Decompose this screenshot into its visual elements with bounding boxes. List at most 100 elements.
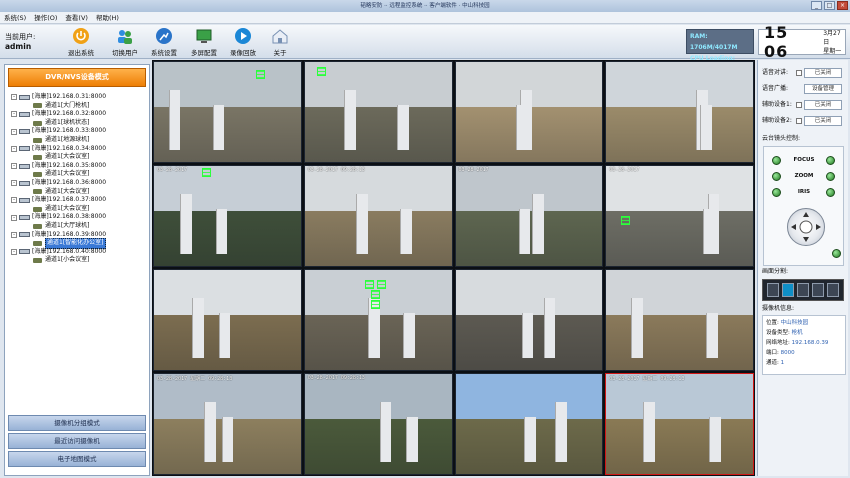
video-cell[interactable]: 03-28-2017 bbox=[454, 165, 604, 267]
ptz-joystick[interactable] bbox=[787, 208, 825, 246]
motion-detect-marker bbox=[202, 168, 211, 177]
split-4-button[interactable] bbox=[781, 283, 794, 297]
collapse-icon[interactable]: - bbox=[11, 180, 17, 187]
focus-minus-button[interactable] bbox=[772, 156, 781, 165]
playback-button[interactable]: 录像回放 bbox=[222, 27, 264, 57]
collapse-icon[interactable]: - bbox=[11, 94, 17, 101]
tree-channel-node[interactable]: 通道1[大厅球机] bbox=[11, 222, 149, 231]
device-tree: - [海康]192.168.0.31:8000 通道1[大门枪机] - [海康]192.… bbox=[5, 90, 149, 265]
collapse-icon[interactable]: - bbox=[11, 248, 17, 255]
dvr-icon bbox=[19, 249, 30, 255]
close-icon[interactable]: × bbox=[837, 1, 848, 10]
iris-minus-button[interactable] bbox=[772, 188, 781, 197]
tree-channel-node[interactable]: 通道1[智能化办公室] bbox=[11, 238, 149, 249]
dvr-icon bbox=[19, 146, 30, 152]
camera-icon bbox=[33, 189, 42, 195]
tree-channel-node[interactable]: 通道1[大会议室] bbox=[11, 153, 149, 162]
camera-icon bbox=[33, 137, 42, 143]
tree-channel-node[interactable]: 通道1[大会议室] bbox=[11, 170, 149, 179]
video-cell[interactable]: 03-28-2017 bbox=[153, 165, 302, 267]
multi-screen-button[interactable]: 多屏配置 bbox=[183, 27, 225, 57]
maximize-icon[interactable]: □ bbox=[824, 1, 835, 10]
split-9-button[interactable] bbox=[796, 283, 809, 297]
video-cell[interactable]: 03-28-2017 星期二 09:28:13 bbox=[153, 373, 302, 475]
device-manage-button[interactable]: 设备管理 bbox=[804, 84, 842, 94]
camera-group-mode-button[interactable]: 摄像机分组模式 bbox=[8, 415, 146, 431]
video-cell[interactable]: 03-28-2017 星期二 09:28:13 bbox=[605, 373, 754, 475]
split-1-button[interactable] bbox=[766, 283, 779, 297]
video-cell[interactable]: 03-28-2017 09:28:13 bbox=[303, 373, 453, 475]
menu-system[interactable]: 系统(S) bbox=[4, 12, 26, 23]
voice-talk-checkbox[interactable] bbox=[796, 70, 802, 76]
video-cell[interactable] bbox=[153, 61, 302, 163]
aux-device-2-checkbox[interactable] bbox=[796, 118, 802, 124]
video-cell[interactable]: 03-28-2017 09:28:13 bbox=[303, 165, 453, 267]
video-frame-post bbox=[203, 402, 216, 462]
voice-broadcast-label: 语音广播: bbox=[762, 85, 789, 92]
tree-device-node[interactable]: - [海康]192.168.0.32:8000 bbox=[11, 110, 149, 119]
iris-plus-button[interactable] bbox=[826, 188, 835, 197]
tree-channel-node[interactable]: 通道1[地源球机] bbox=[11, 136, 149, 145]
split-25-button[interactable] bbox=[827, 283, 840, 297]
tree-channel-node[interactable]: 通道1[大门枪机] bbox=[11, 102, 149, 111]
aux-device-2-button[interactable]: 已关闭 bbox=[804, 116, 842, 126]
zoom-plus-button[interactable] bbox=[826, 172, 835, 181]
e-map-mode-button[interactable]: 电子地图模式 bbox=[8, 451, 146, 467]
about-button[interactable]: 关于 bbox=[259, 27, 301, 57]
video-cell[interactable] bbox=[605, 61, 754, 163]
video-cell[interactable] bbox=[303, 61, 453, 163]
aux-device-1-button[interactable]: 已关闭 bbox=[804, 100, 842, 110]
video-frame-post bbox=[406, 417, 418, 462]
menu-help[interactable]: 帮助(H) bbox=[96, 12, 119, 23]
aux-device-1-label: 辅助设备1: bbox=[762, 101, 792, 108]
tree-device-node[interactable]: - [海康]192.168.0.36:8000 bbox=[11, 179, 149, 188]
tree-device-node[interactable]: - [海康]192.168.0.33:8000 bbox=[11, 127, 149, 136]
collapse-icon[interactable]: - bbox=[11, 214, 17, 221]
tree-device-node[interactable]: - [海康]192.168.0.38:8000 bbox=[11, 213, 149, 222]
video-frame-sky bbox=[304, 62, 452, 107]
video-cell[interactable] bbox=[454, 61, 604, 163]
dvr-nvs-mode-button[interactable]: DVR/NVS设备模式 bbox=[8, 68, 146, 87]
collapse-icon[interactable]: - bbox=[11, 163, 17, 170]
switch-user-icon bbox=[118, 30, 132, 44]
collapse-icon[interactable]: - bbox=[11, 111, 17, 118]
collapse-icon[interactable]: - bbox=[11, 231, 17, 238]
video-frame-sky bbox=[455, 374, 603, 419]
video-cell[interactable] bbox=[153, 269, 302, 371]
system-settings-button[interactable]: 系统设置 bbox=[143, 27, 185, 57]
video-cell[interactable] bbox=[454, 373, 604, 475]
motion-detect-marker bbox=[376, 280, 386, 289]
ptz-auto-button[interactable] bbox=[832, 249, 841, 258]
tree-channel-node[interactable]: 通道1[大会议室] bbox=[11, 188, 149, 197]
video-frame-sky bbox=[606, 270, 753, 315]
minimize-icon[interactable]: _ bbox=[811, 1, 822, 10]
tree-device-node[interactable]: - [海康]192.168.0.31:8000 bbox=[11, 93, 149, 102]
menu-view[interactable]: 查看(V) bbox=[65, 12, 88, 23]
switch-user-button[interactable]: 切换用户 bbox=[104, 27, 146, 57]
device-label: [海康]192.168.0.40:8000 bbox=[32, 247, 107, 255]
toolbar: 当前用户: admin 退出系统 切换用户 系统设置 多屏配置 录像回放 关于 … bbox=[0, 23, 850, 73]
video-cell[interactable] bbox=[605, 269, 754, 371]
video-cell[interactable]: 03-28-2017 bbox=[605, 165, 754, 267]
collapse-icon[interactable]: - bbox=[11, 197, 17, 204]
tree-channel-node[interactable]: 通道1[小会议室] bbox=[11, 256, 149, 265]
aux-device-1-checkbox[interactable] bbox=[796, 102, 802, 108]
recent-cameras-button[interactable]: 最近访问摄像机 bbox=[8, 433, 146, 449]
motion-detect-marker bbox=[256, 70, 265, 79]
tree-device-node[interactable]: - [海康]192.168.0.40:8000 bbox=[11, 248, 149, 257]
voice-talk-button[interactable]: 已关闭 bbox=[804, 68, 842, 78]
split-16-button[interactable] bbox=[812, 283, 825, 297]
zoom-minus-button[interactable] bbox=[772, 172, 781, 181]
menu-operation[interactable]: 操作(O) bbox=[34, 12, 57, 23]
video-frame-ground bbox=[606, 419, 753, 474]
dvr-icon bbox=[19, 163, 30, 169]
video-frame-post bbox=[642, 402, 655, 462]
collapse-icon[interactable]: - bbox=[11, 128, 17, 135]
collapse-icon[interactable]: - bbox=[11, 145, 17, 152]
exit-system-button[interactable]: 退出系统 bbox=[60, 27, 102, 57]
tree-device-node[interactable]: - [海康]192.168.0.34:8000 bbox=[11, 145, 149, 154]
tree-device-node[interactable]: - [海康]192.168.0.37:8000 bbox=[11, 196, 149, 205]
focus-plus-button[interactable] bbox=[826, 156, 835, 165]
video-cell[interactable] bbox=[454, 269, 604, 371]
video-cell[interactable] bbox=[303, 269, 453, 371]
